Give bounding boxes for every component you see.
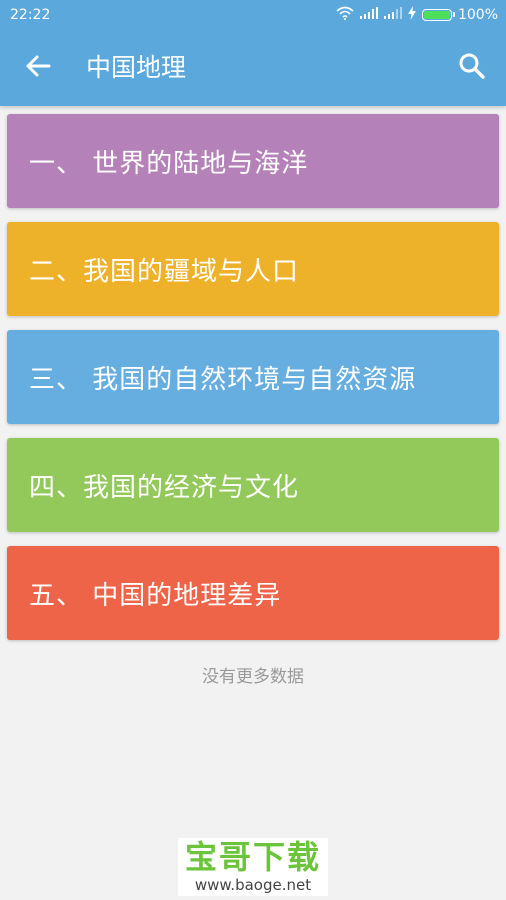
watermark-logo: 宝哥下载 www.baoge.net [178,838,328,896]
charging-icon [407,6,416,24]
search-icon [458,52,486,84]
chapter-label: 三、 我国的自然环境与自然资源 [29,364,417,395]
battery-icon [421,9,455,21]
chapter-card-2[interactable]: 二、我国的疆域与人口 [7,222,499,316]
battery-cap [452,12,455,17]
status-icons: 100% [336,5,498,25]
chapter-card-3[interactable]: 三、 我国的自然环境与自然资源 [7,330,499,424]
battery-fill [423,11,450,19]
chapter-list: 一、 世界的陆地与海洋 二、我国的疆域与人口 三、 我国的自然环境与自然资源 四… [7,114,499,654]
top-bar: 22:22 100% 中国地理 [0,0,506,106]
status-time: 22:22 [10,7,51,23]
watermark-title: 宝哥下载 [184,838,321,876]
chapter-label: 五、 中国的地理差异 [29,580,282,611]
chapter-label: 一、 世界的陆地与海洋 [29,148,309,179]
signal-icon [383,7,402,23]
chapter-card-4[interactable]: 四、我国的经济与文化 [7,438,499,532]
chapter-label: 四、我国的经济与文化 [29,472,300,503]
chapter-card-1[interactable]: 一、 世界的陆地与海洋 [7,114,499,208]
chapter-label: 二、我国的疆域与人口 [29,256,300,287]
watermark-url: www.baoge.net [194,876,312,894]
signal-icon [359,7,378,23]
wifi-icon [336,6,354,24]
search-button[interactable] [452,49,492,87]
app-bar: 中国地理 [0,30,506,106]
chapter-card-5[interactable]: 五、 中国的地理差异 [7,546,499,640]
page-title: 中国地理 [86,53,187,82]
battery-percent: 100% [457,7,498,23]
no-more-data-text: 没有更多数据 [202,667,304,687]
arrow-left-icon [25,54,51,82]
status-bar: 22:22 100% [0,0,506,30]
back-button[interactable] [18,49,58,87]
